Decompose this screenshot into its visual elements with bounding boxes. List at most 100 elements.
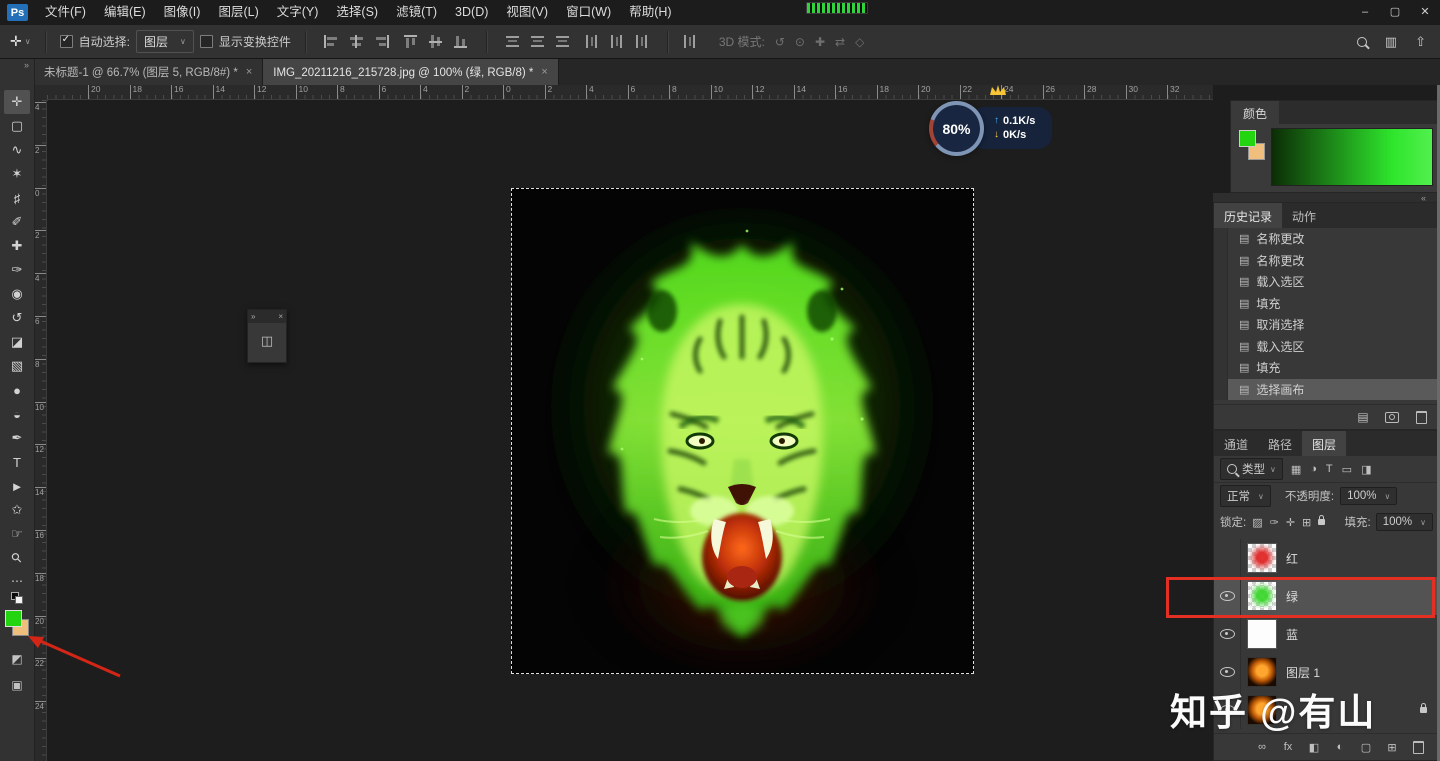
adjustment-layer-icon[interactable]: ◐ [1334, 741, 1346, 753]
distribute-center-icon[interactable] [609, 34, 623, 49]
history-state-row[interactable]: ▤ 名称更改 [1214, 228, 1439, 250]
collapse-panels-icon[interactable]: « [1421, 193, 1426, 203]
align-center-vertical-icon[interactable] [427, 35, 443, 48]
panel-tab[interactable]: 动作 [1282, 203, 1326, 228]
tab-close-icon[interactable]: × [246, 66, 252, 78]
history-source-well[interactable] [1214, 357, 1228, 379]
history-brush-tool[interactable]: ↺ [4, 306, 30, 330]
layer-row[interactable]: 蓝 [1214, 615, 1439, 653]
history-source-well[interactable] [1214, 292, 1228, 314]
path-select-tool[interactable]: ► [4, 474, 30, 498]
history-source-well[interactable] [1214, 314, 1228, 336]
history-state-row[interactable]: ▤ 填充 [1214, 292, 1439, 314]
workspace-icon[interactable]: ▥ [1385, 34, 1397, 50]
history-source-well[interactable] [1214, 335, 1228, 357]
share-icon[interactable]: ⇧ [1415, 34, 1426, 50]
filter-adjustment-icon[interactable]: ◑ [1310, 463, 1317, 475]
3d-scale-icon[interactable]: ◇ [855, 35, 864, 49]
menu-item[interactable]: 文字(Y) [268, 0, 328, 25]
layer-group-icon[interactable]: ▢ [1360, 741, 1372, 754]
document-tab[interactable]: 未标题-1 @ 66.7% (图层 5, RGB/8#) * × [34, 58, 264, 85]
delete-state-icon[interactable] [1415, 410, 1427, 424]
align-left-icon[interactable] [323, 35, 339, 48]
new-layer-icon[interactable]: ⊞ [1386, 741, 1398, 754]
blur-tool[interactable]: ● [4, 378, 30, 402]
restore-button[interactable]: ▢ [1380, 0, 1410, 25]
history-state-row[interactable]: ▤ 载入选区 [1214, 335, 1439, 357]
history-source-well[interactable] [1214, 228, 1228, 250]
shape-tool[interactable]: ✩ [4, 498, 30, 522]
tab-color[interactable]: 颜色 [1231, 101, 1280, 124]
delete-layer-icon[interactable] [1412, 740, 1424, 754]
opacity-dropdown[interactable]: 100% [1340, 487, 1398, 505]
distribute-bottom-icon[interactable] [554, 35, 570, 48]
toolbar-collapse-icon[interactable]: » [24, 60, 29, 70]
lock-all-icon[interactable] [1318, 515, 1326, 525]
auto-select-checkbox[interactable] [59, 34, 73, 48]
tab-close-icon[interactable]: × [541, 66, 547, 78]
history-state-row[interactable]: ▤ 填充 [1214, 357, 1439, 379]
document-tab[interactable]: IMG_20211216_215728.jpg @ 100% (绿, RGB/8… [263, 58, 559, 85]
panel-tab[interactable]: 路径 [1258, 431, 1302, 456]
collapsed-floating-panel[interactable]: » × ◫ [247, 309, 287, 363]
fill-dropdown[interactable]: 100% [1375, 513, 1433, 531]
eraser-tool[interactable]: ◪ [4, 330, 30, 354]
lock-transparent-icon[interactable]: ▨ [1252, 516, 1262, 529]
history-source-well[interactable] [1214, 378, 1228, 400]
pen-tool[interactable]: ✒ [4, 426, 30, 450]
lock-pixels-icon[interactable]: ✑ [1270, 516, 1279, 529]
align-center-horizontal-icon[interactable] [348, 35, 364, 48]
net-speed-badge[interactable]: 80% [929, 101, 984, 156]
3d-drag-icon[interactable]: ✚ [815, 35, 825, 49]
eyedropper-tool[interactable]: ✐ [4, 210, 30, 234]
menu-item[interactable]: 窗口(W) [557, 0, 620, 25]
menu-item[interactable]: 图像(I) [155, 0, 210, 25]
edit-toolbar-icon[interactable]: ⋯ [11, 574, 23, 588]
distribute-spacing-icon[interactable] [682, 34, 696, 49]
distribute-middle-icon[interactable] [529, 35, 545, 48]
filter-smart-icon[interactable]: ◨ [1361, 463, 1371, 476]
panel-tab[interactable]: 通道 [1214, 431, 1258, 456]
history-state-row[interactable]: ▤ 名称更改 [1214, 249, 1439, 271]
new-doc-from-state-icon[interactable]: ▤ [1357, 410, 1369, 424]
marquee-tool[interactable]: ▢ [4, 114, 30, 138]
layer-thumbnail[interactable] [1247, 543, 1277, 573]
brush-tool[interactable]: ✑ [4, 258, 30, 282]
magic-wand-tool[interactable]: ✶ [4, 162, 30, 186]
new-snapshot-icon[interactable] [1385, 411, 1399, 423]
filter-pixel-icon[interactable]: ▦ [1291, 463, 1301, 476]
align-bottom-icon[interactable] [452, 35, 468, 48]
menu-item[interactable]: 选择(S) [327, 0, 387, 25]
link-layers-icon[interactable]: ∞ [1256, 741, 1268, 753]
lasso-tool[interactable]: ∿ [4, 138, 30, 162]
layer-effects-icon[interactable]: fx [1282, 741, 1294, 753]
menu-item[interactable]: 文件(F) [36, 0, 95, 25]
hand-tool[interactable]: ☞ [4, 522, 30, 546]
panel-tab[interactable]: 图层 [1302, 431, 1347, 456]
layer-mask-icon[interactable]: ◧ [1308, 741, 1320, 754]
floating-panel-icon[interactable]: ◫ [248, 323, 286, 359]
auto-select-dropdown[interactable]: 图层 [135, 30, 194, 53]
lock-position-icon[interactable]: ✛ [1286, 516, 1295, 529]
layer-thumbnail[interactable] [1247, 619, 1277, 649]
3d-rotate-icon[interactable]: ↺ [775, 35, 785, 49]
close-button[interactable]: ✕ [1410, 0, 1440, 25]
foreground-color-swatch[interactable] [5, 610, 22, 627]
show-transform-checkbox[interactable] [199, 35, 213, 48]
current-tool-indicator[interactable]: ✛ [10, 33, 31, 50]
menu-item[interactable]: 帮助(H) [620, 0, 680, 25]
filter-type-icon[interactable]: T [1326, 463, 1333, 475]
horizontal-ruler[interactable]: 20 18 16 14 12 10 8 6 4 2 0 2 4 6 8 10 12 14 16 18 20 22 24 26 2… [47, 85, 1213, 100]
foreground-color-swatch[interactable] [1239, 130, 1256, 147]
layer-row[interactable]: 红 [1214, 539, 1439, 577]
align-right-icon[interactable] [373, 35, 389, 48]
gradient-tool[interactable]: ▧ [4, 354, 30, 378]
filter-shape-icon[interactable]: ▭ [1342, 463, 1352, 476]
minimize-button[interactable]: – [1350, 0, 1380, 25]
close-icon[interactable]: × [278, 312, 283, 321]
history-state-row[interactable]: ▤ 取消选择 [1214, 314, 1439, 336]
type-tool[interactable]: T [4, 450, 30, 474]
move-tool[interactable]: ✛ [4, 90, 30, 114]
history-state-row[interactable]: ▤ 选择画布 [1214, 378, 1439, 400]
history-source-well[interactable] [1214, 249, 1228, 271]
